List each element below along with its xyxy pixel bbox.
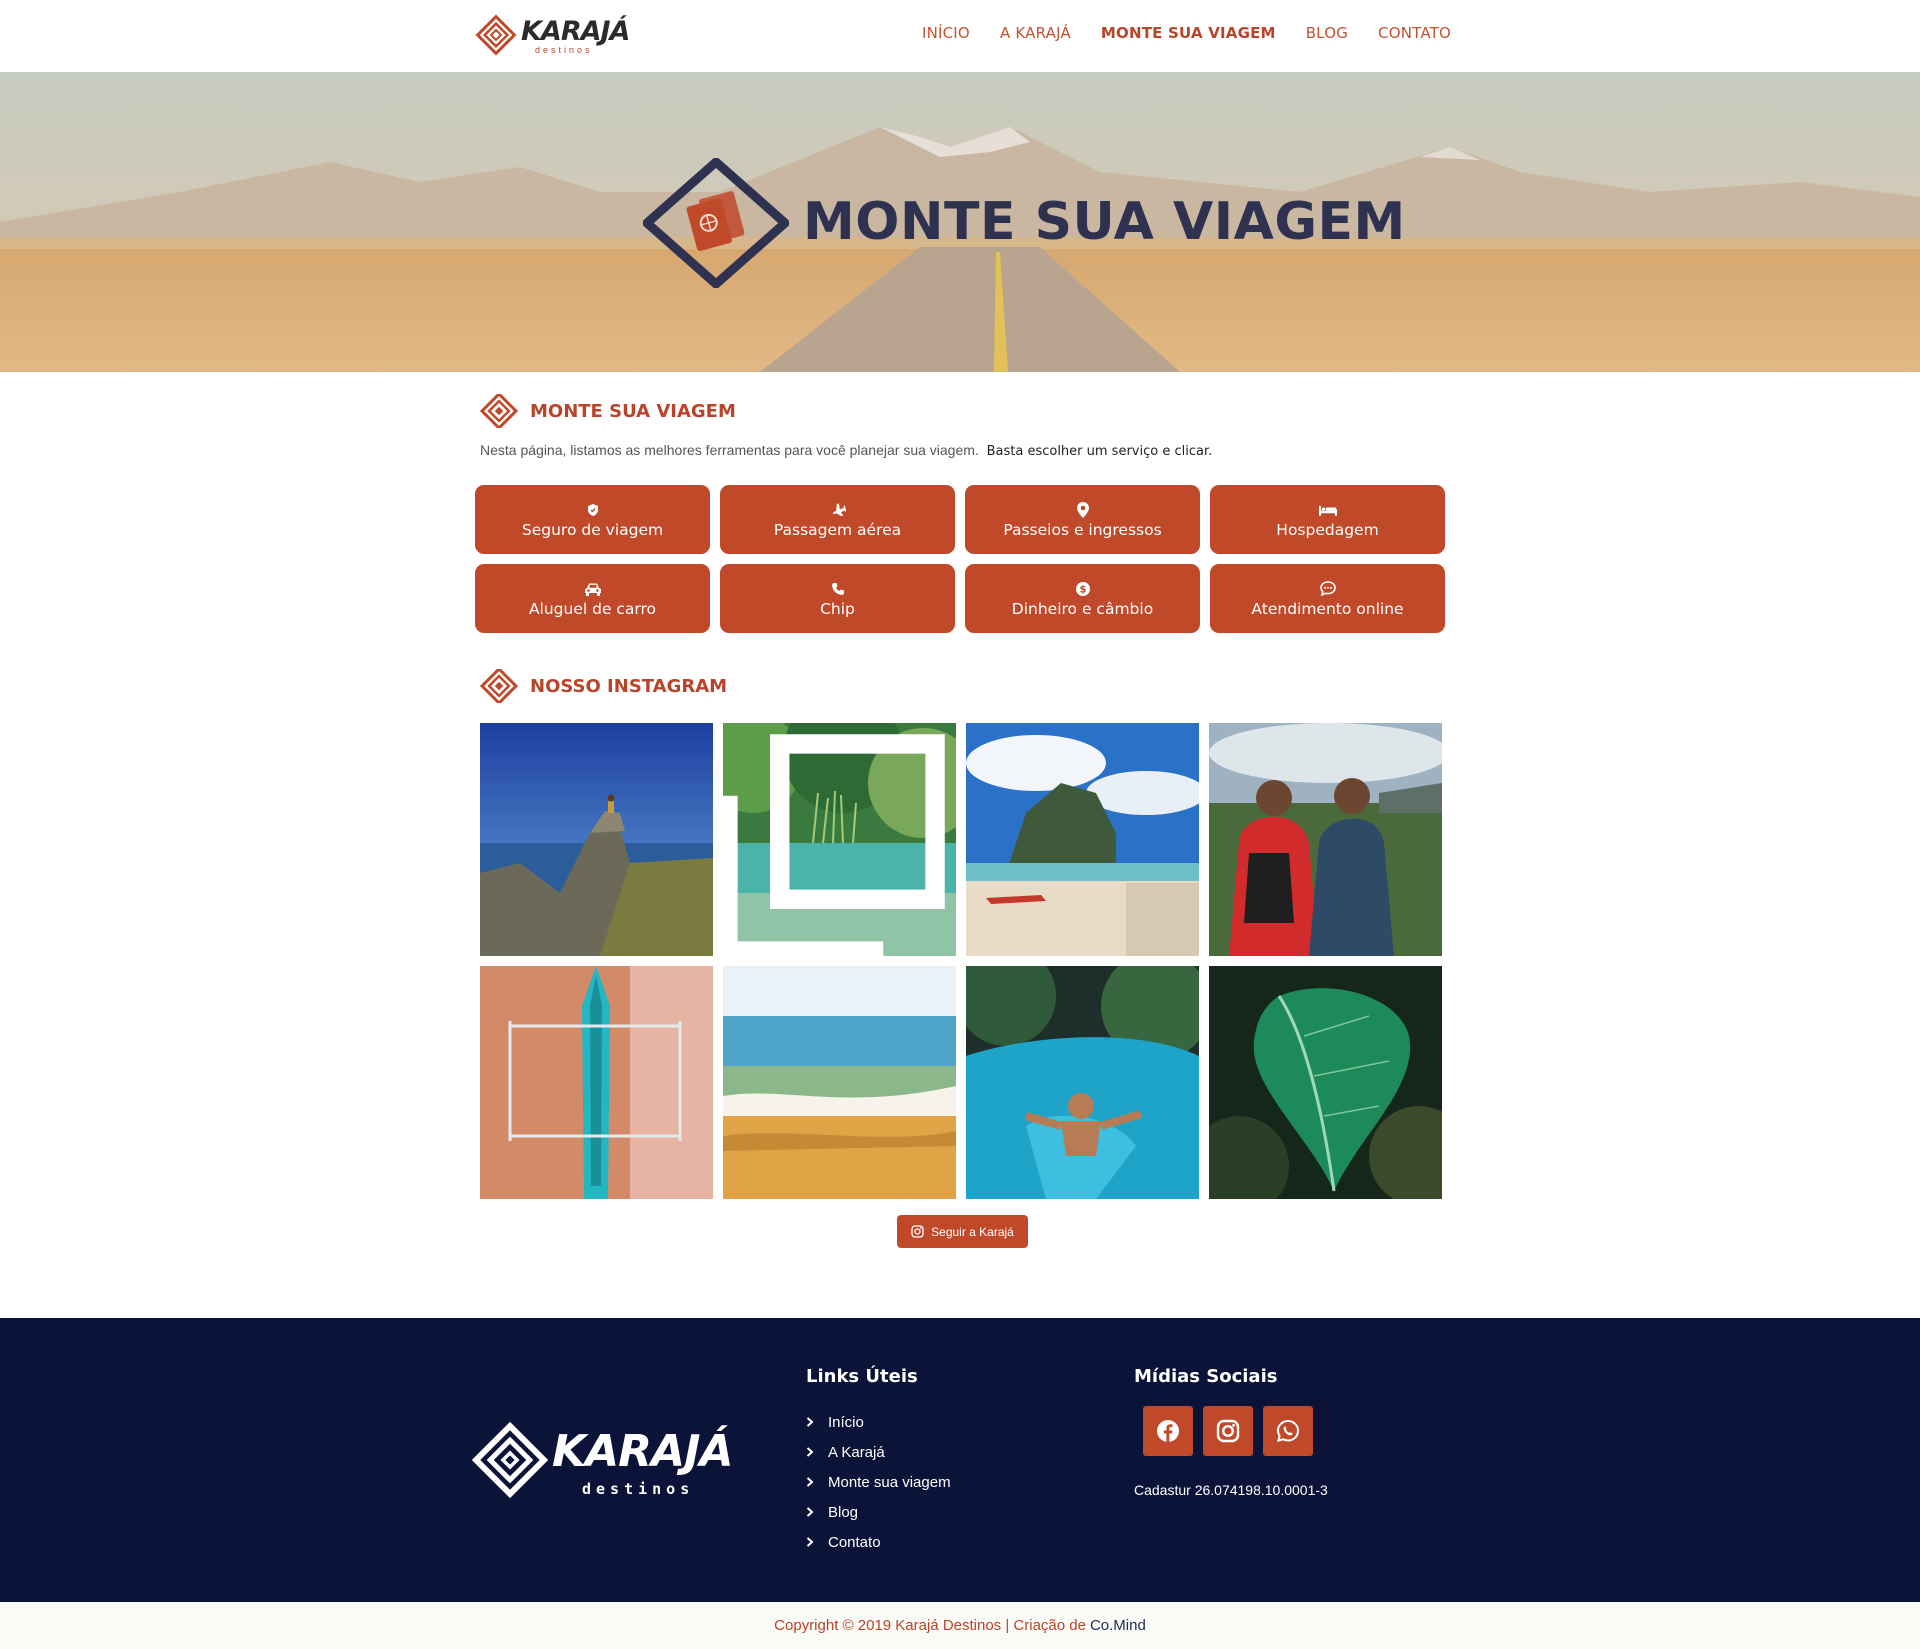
- service-button-passeios[interactable]: Passeios e ingressos: [965, 485, 1200, 554]
- instagram-photo[interactable]: [966, 966, 1199, 1199]
- cadastur-number: Cadastur 26.074198.10.0001-3: [1134, 1482, 1328, 1498]
- instagram-icon: [911, 1225, 924, 1238]
- shield-icon: [584, 501, 602, 519]
- follow-label: Seguir a Karajá: [931, 1224, 1014, 1239]
- instagram-button[interactable]: [1203, 1406, 1253, 1456]
- hero-title: MONTE SUA VIAGEM: [803, 192, 1406, 252]
- copyright-bar: Copyright © 2019 Karajá Destinos | Criaç…: [0, 1602, 1920, 1649]
- plane-icon: [829, 501, 847, 519]
- service-label: Aluguel de carro: [528, 599, 657, 618]
- site-header: KARAJÁ destinos INÍCIO A KARAJÁ MONTE SU…: [0, 0, 1920, 72]
- facebook-button[interactable]: [1143, 1406, 1193, 1456]
- logo-text: KARAJÁ: [521, 16, 630, 47]
- svg-text:$: $: [1079, 584, 1086, 595]
- chevron-right-icon: [806, 1417, 814, 1427]
- footer-logo-subtext: destinos: [582, 1480, 695, 1498]
- section-title-text: MONTE SUA VIAGEM: [530, 400, 736, 422]
- map-pin-icon: [1074, 501, 1092, 519]
- services-grid: Seguro de viagem Passagem aérea Passeios…: [475, 485, 1445, 633]
- chevron-right-icon: [806, 1477, 814, 1487]
- instagram-photo[interactable]: [480, 966, 713, 1199]
- instagram-photo[interactable]: [966, 723, 1199, 956]
- intro-text: Nesta página, listamos as melhores ferra…: [480, 442, 979, 458]
- chevron-right-icon: [806, 1507, 814, 1517]
- header-logo[interactable]: KARAJÁ destinos: [475, 14, 630, 58]
- bed-icon: [1318, 501, 1337, 519]
- section-title-monte: MONTE SUA VIAGEM: [480, 394, 736, 428]
- karaja-emblem-icon: [471, 1421, 549, 1499]
- instagram-photo[interactable]: [1209, 966, 1442, 1199]
- service-label: Dinheiro e câmbio: [1011, 599, 1154, 618]
- instagram-feed: [480, 723, 1442, 1199]
- whatsapp-button[interactable]: [1263, 1406, 1313, 1456]
- footer-link-blog[interactable]: Blog: [828, 1504, 858, 1521]
- logo-subtext: destinos: [535, 45, 593, 55]
- links-title: Links Úteis: [806, 1366, 918, 1387]
- footer-link-item: Monte sua viagem: [806, 1467, 951, 1497]
- service-label: Passagem aérea: [773, 520, 902, 539]
- instagram-title-text: NOSSO INSTAGRAM: [530, 675, 728, 697]
- chat-icon: [1319, 580, 1337, 598]
- follow-instagram-button[interactable]: Seguir a Karajá: [897, 1215, 1028, 1248]
- social-buttons: [1143, 1406, 1313, 1456]
- nav-blog[interactable]: BLOG: [1306, 24, 1348, 42]
- footer-link-item: A Karajá: [806, 1437, 951, 1467]
- service-button-atendimento[interactable]: Atendimento online: [1210, 564, 1445, 633]
- service-label: Passeios e ingressos: [1003, 520, 1162, 539]
- footer-logo[interactable]: KARAJÁ destinos: [470, 1420, 734, 1505]
- service-button-dinheiro[interactable]: $ Dinheiro e câmbio: [965, 564, 1200, 633]
- intro-bold-text: Basta escolher um serviço e clicar.: [986, 444, 1213, 459]
- whatsapp-icon: [1276, 1419, 1300, 1443]
- multiple-photos-icon: [723, 734, 945, 956]
- service-label: Hospedagem: [1276, 520, 1379, 539]
- service-button-passagem[interactable]: Passagem aérea: [720, 485, 955, 554]
- karaja-emblem-icon: [480, 394, 518, 428]
- nav-a-karaja[interactable]: A KARAJÁ: [1000, 24, 1071, 42]
- facebook-icon: [1157, 1420, 1179, 1442]
- service-button-chip[interactable]: Chip: [720, 564, 955, 633]
- hero-banner: MONTE SUA VIAGEM: [0, 72, 1920, 372]
- footer-links: Início A Karajá Monte sua viagem Blog Co…: [806, 1407, 951, 1557]
- footer-link-inicio[interactable]: Início: [828, 1414, 864, 1431]
- karaja-emblem-icon: [480, 669, 518, 703]
- nav-contato[interactable]: CONTATO: [1378, 24, 1451, 42]
- instagram-photo[interactable]: [1209, 723, 1442, 956]
- instagram-photo[interactable]: [723, 723, 956, 956]
- main-nav: INÍCIO A KARAJÁ MONTE SUA VIAGEM BLOG CO…: [922, 24, 1451, 42]
- nav-inicio[interactable]: INÍCIO: [922, 24, 970, 42]
- footer-link-contato[interactable]: Contato: [828, 1534, 881, 1551]
- instagram-photo[interactable]: [723, 966, 956, 1199]
- car-icon: [584, 580, 602, 598]
- passport-emblem-icon: [643, 158, 789, 288]
- instagram-icon: [1216, 1419, 1240, 1443]
- service-label: Atendimento online: [1251, 599, 1404, 618]
- footer-link-karaja[interactable]: A Karajá: [828, 1444, 885, 1461]
- karaja-emblem-icon: [475, 14, 517, 56]
- footer-link-item: Blog: [806, 1497, 951, 1527]
- service-button-hospedagem[interactable]: Hospedagem: [1210, 485, 1445, 554]
- chevron-right-icon: [806, 1537, 814, 1547]
- footer-link-monte[interactable]: Monte sua viagem: [828, 1474, 951, 1491]
- comind-link[interactable]: Co.Mind: [1090, 1617, 1146, 1634]
- instagram-photo[interactable]: [480, 723, 713, 956]
- social-title: Mídias Sociais: [1134, 1366, 1278, 1387]
- footer-link-item: Início: [806, 1407, 951, 1437]
- site-footer: [0, 1318, 1920, 1602]
- section-title-instagram: NOSSO INSTAGRAM: [480, 669, 727, 703]
- service-label: Chip: [820, 599, 855, 618]
- dollar-icon: $: [1074, 580, 1092, 598]
- service-button-seguro[interactable]: Seguro de viagem: [475, 485, 710, 554]
- service-label: Seguro de viagem: [521, 520, 664, 539]
- footer-logo-text: KARAJÁ: [552, 1426, 734, 1477]
- copyright-text: Copyright © 2019 Karajá Destinos | Criaç…: [774, 1617, 1086, 1634]
- phone-icon: [829, 580, 847, 598]
- service-button-aluguel[interactable]: Aluguel de carro: [475, 564, 710, 633]
- chevron-right-icon: [806, 1447, 814, 1457]
- intro-paragraph: Nesta página, listamos as melhores ferra…: [480, 442, 1212, 459]
- footer-link-item: Contato: [806, 1527, 951, 1557]
- nav-monte-sua-viagem[interactable]: MONTE SUA VIAGEM: [1101, 24, 1276, 42]
